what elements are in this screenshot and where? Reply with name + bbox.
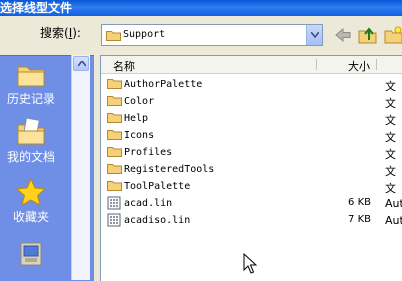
back-arrow-icon[interactable] [334, 27, 352, 43]
list-item-folder[interactable]: Profiles 文 [101, 144, 402, 161]
location-combobox[interactable]: Support [101, 24, 323, 46]
file-name: Profiles [124, 147, 173, 158]
location-dropdown-button[interactable] [306, 25, 322, 45]
file-type: 文 [385, 165, 396, 178]
linetype-file-icon [107, 196, 121, 210]
folder-icon [106, 31, 121, 41]
list-item-folder[interactable]: Color 文 [101, 93, 402, 110]
title-bar: 选择线型文件 [0, 0, 402, 16]
file-list-header: 名称 大小 [101, 56, 402, 74]
file-type: 文 [385, 131, 396, 144]
folder-icon [107, 181, 122, 191]
place-label: 我的文档 [6, 150, 55, 164]
history-folder-icon [17, 66, 45, 87]
file-name: ToolPalette [124, 181, 191, 192]
folder-icon [107, 113, 122, 123]
file-name: acad.lin [124, 198, 173, 209]
folder-icon [107, 130, 122, 140]
search-label-text: 搜索( [40, 26, 69, 40]
place-favorites[interactable]: 收藏夹 [0, 178, 62, 225]
file-name: Color [124, 96, 155, 107]
mouse-cursor-icon [243, 253, 257, 274]
column-separator[interactable] [376, 59, 377, 70]
file-type: 文 [385, 114, 396, 127]
place-label: 收藏夹 [12, 210, 49, 224]
file-name: acadiso.lin [124, 215, 191, 226]
file-type: 文 [385, 97, 396, 110]
file-type: Aut [385, 214, 402, 227]
file-size: 7 KB [348, 214, 371, 225]
window-title: 选择线型文件 [0, 1, 73, 15]
desktop-icon [20, 242, 42, 266]
places-scrollbar[interactable] [71, 55, 90, 280]
new-folder-icon[interactable] [384, 25, 402, 45]
file-type: Aut [385, 197, 402, 210]
file-type: 文 [385, 148, 396, 161]
file-name: RegisteredTools [124, 164, 215, 175]
chevron-up-icon [78, 61, 86, 67]
file-type: 文 [385, 182, 396, 195]
folder-icon [107, 164, 122, 174]
file-name: AuthorPalette [124, 79, 203, 90]
search-label-suffix: ): [72, 26, 81, 40]
list-item-file[interactable]: acad.lin 6 KB Aut [101, 195, 402, 212]
list-item-folder[interactable]: Help 文 [101, 110, 402, 127]
folder-icon [107, 147, 122, 157]
up-folder-icon[interactable] [358, 25, 378, 45]
file-name: Help [124, 113, 149, 124]
column-header-size[interactable]: 大小 [348, 58, 370, 74]
folder-icon [107, 79, 122, 89]
place-label: 历史记录 [6, 92, 55, 106]
search-in-label: 搜索(I): [40, 25, 81, 41]
folder-icon [107, 96, 122, 106]
file-size: 6 KB [348, 197, 371, 208]
column-separator[interactable] [316, 59, 317, 70]
list-item-folder[interactable]: Icons 文 [101, 127, 402, 144]
chevron-down-icon [311, 32, 319, 38]
place-desktop[interactable] [0, 240, 62, 270]
list-item-folder[interactable]: AuthorPalette 文 [101, 76, 402, 93]
list-item-file[interactable]: acadiso.lin 7 KB Aut [101, 212, 402, 229]
list-item-folder[interactable]: RegisteredTools 文 [101, 161, 402, 178]
place-my-documents[interactable]: 我的文档 [0, 118, 62, 165]
column-header-name[interactable]: 名称 [113, 58, 135, 74]
file-type: 文 [385, 80, 396, 93]
location-value: Support [123, 29, 166, 40]
my-documents-icon [17, 118, 45, 145]
place-history[interactable]: 历史记录 [0, 62, 62, 107]
scroll-up-button[interactable] [73, 56, 89, 71]
file-name: Icons [124, 130, 155, 141]
list-item-folder[interactable]: ToolPalette 文 [101, 178, 402, 195]
file-list: 名称 大小 AuthorPalette 文 Color 文 Help 文 Ico… [100, 55, 402, 281]
favorites-star-icon [16, 178, 46, 206]
linetype-file-icon [107, 213, 121, 227]
